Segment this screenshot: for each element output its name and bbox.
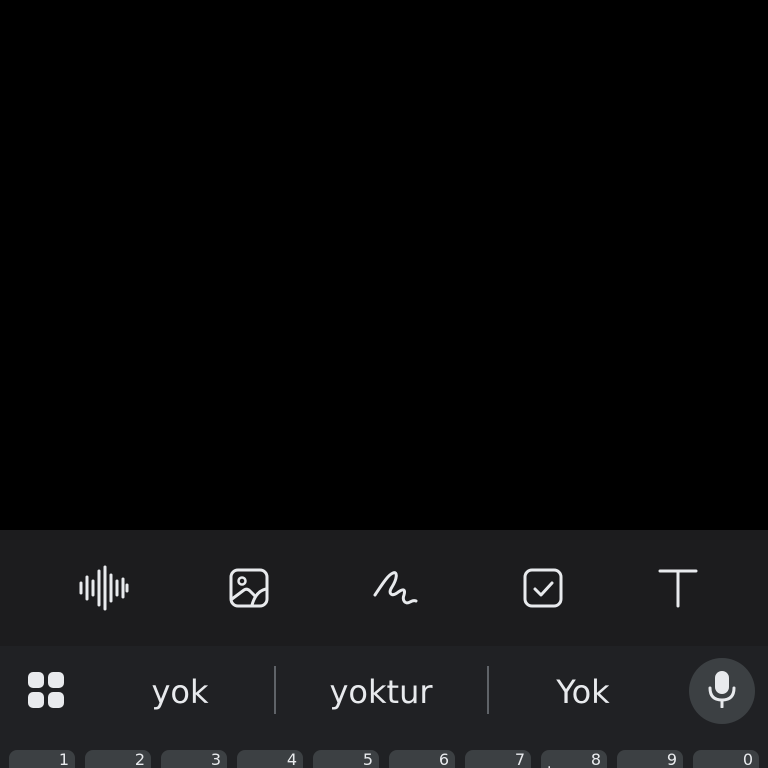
checklist-button[interactable]	[513, 558, 573, 618]
key-label: 6	[438, 750, 449, 768]
key-1[interactable]: 1	[9, 750, 75, 768]
voice-recording-icon	[77, 565, 129, 611]
key-label: 3	[210, 750, 221, 768]
key-4[interactable]: 4	[237, 750, 303, 768]
note-toolbar	[0, 530, 768, 646]
key-label: 8	[590, 750, 601, 768]
text-format-button[interactable]	[648, 558, 708, 618]
key-label: 9	[666, 750, 677, 768]
key-6[interactable]: 6	[389, 750, 455, 768]
number-key-row: 1 2 3 4 5 6 7 . 8 9 0	[0, 750, 768, 768]
suggestion-3[interactable]: Yok	[503, 666, 663, 718]
key-label: 0	[742, 750, 753, 768]
key-label: 5	[362, 750, 373, 768]
suggestion-divider	[274, 666, 276, 714]
key-7[interactable]: 7	[465, 750, 531, 768]
voice-input-button[interactable]	[689, 658, 755, 724]
suggestion-divider	[487, 666, 489, 714]
key-8[interactable]: . 8	[541, 750, 607, 768]
key-label: 2	[134, 750, 145, 768]
voice-recording-button[interactable]	[73, 558, 133, 618]
suggestion-bar: yok yoktur Yok	[0, 646, 768, 738]
grid-apps-icon	[27, 671, 65, 713]
key-label: 4	[286, 750, 297, 768]
key-2[interactable]: 2	[85, 750, 151, 768]
drawing-button[interactable]	[366, 558, 426, 618]
note-content-area[interactable]	[0, 0, 768, 530]
microphone-icon	[707, 670, 737, 712]
key-9[interactable]: 9	[617, 750, 683, 768]
keyboard-apps-button[interactable]	[20, 666, 72, 718]
suggestion-2[interactable]: yoktur	[290, 666, 472, 718]
key-5[interactable]: 5	[313, 750, 379, 768]
key-label: 7	[514, 750, 525, 768]
image-icon	[229, 568, 269, 608]
text-format-icon	[658, 568, 698, 608]
insert-image-button[interactable]	[219, 558, 279, 618]
key-secondary-mark: .	[547, 756, 552, 768]
suggestion-1[interactable]: yok	[100, 666, 260, 718]
key-3[interactable]: 3	[161, 750, 227, 768]
key-label: 1	[58, 750, 69, 768]
checklist-icon	[523, 568, 563, 608]
drawing-icon	[372, 567, 420, 609]
keyboard: yok yoktur Yok 1 2 3 4 5 6 7 . 8 9 0	[0, 646, 768, 768]
key-0[interactable]: 0	[693, 750, 759, 768]
note-editor-screen: yok yoktur Yok 1 2 3 4 5 6 7 . 8 9 0	[0, 0, 768, 768]
